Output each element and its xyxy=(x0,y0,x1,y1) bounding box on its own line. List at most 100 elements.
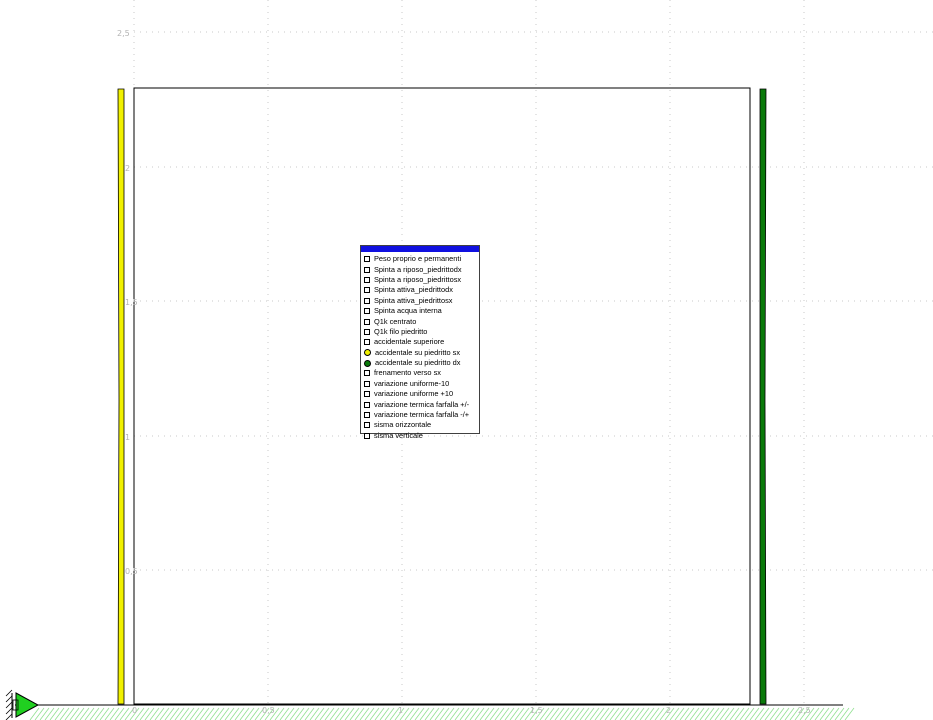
hatch-stroke xyxy=(224,707,235,720)
hatch-stroke xyxy=(759,707,770,720)
checkbox-icon[interactable] xyxy=(364,370,370,377)
checkbox-icon[interactable] xyxy=(364,287,370,294)
hatch-stroke xyxy=(104,707,115,720)
hatch-stroke xyxy=(74,707,85,720)
y-axis-label-0.5: 0,5 xyxy=(125,567,138,576)
checkbox-icon[interactable] xyxy=(364,422,370,429)
load-case-item[interactable]: Spinta a riposo_piedrittosx xyxy=(364,275,479,285)
radio-dot-icon[interactable] xyxy=(364,359,371,367)
x-axis-label-1.5: 1,5 xyxy=(530,706,543,715)
hatch-stroke xyxy=(729,707,740,720)
load-case-item[interactable]: sisma verticale xyxy=(364,431,479,441)
load-case-label: accidentale superiore xyxy=(374,337,445,347)
hatch-stroke xyxy=(364,707,375,720)
hatch-stroke xyxy=(649,707,660,720)
load-case-label: variazione termica farfalla -/+ xyxy=(374,410,470,420)
hatch-stroke xyxy=(274,707,285,720)
load-case-item[interactable]: Spinta attiva_piedrittodx xyxy=(364,285,479,295)
hatch-stroke xyxy=(489,707,500,720)
hatch-stroke xyxy=(244,707,255,720)
checkbox-icon[interactable] xyxy=(364,432,370,439)
hatch-stroke xyxy=(454,707,465,720)
load-case-item[interactable]: Spinta attiva_piedrittosx xyxy=(364,296,479,306)
hatch-stroke xyxy=(574,707,585,720)
hatch-stroke xyxy=(164,707,175,720)
hatch-stroke xyxy=(309,707,320,720)
hatch-stroke xyxy=(59,707,70,720)
hatch-stroke xyxy=(159,707,170,720)
x-axis-label-0: 0 xyxy=(132,706,138,715)
hatch-stroke xyxy=(199,707,210,720)
hatch-stroke xyxy=(714,707,725,720)
checkbox-icon[interactable] xyxy=(364,318,370,325)
hatch-stroke xyxy=(584,707,595,720)
left-column-load-diagram[interactable] xyxy=(117,88,125,705)
hatch-stroke xyxy=(814,707,825,720)
checkbox-icon[interactable] xyxy=(364,266,370,273)
hatch-stroke xyxy=(779,707,790,720)
hatch-stroke xyxy=(419,707,430,720)
x-axis-label-2: 2 xyxy=(666,706,672,715)
hatch-stroke xyxy=(754,707,765,720)
hatch-stroke xyxy=(819,707,830,720)
load-case-item[interactable]: Peso proprio e permanenti xyxy=(364,254,479,264)
hatch-stroke xyxy=(734,707,745,720)
checkbox-icon[interactable] xyxy=(364,328,370,335)
load-case-label: accidentale su piedritto sx xyxy=(375,347,461,357)
checkbox-icon[interactable] xyxy=(364,380,370,387)
checkbox-icon[interactable] xyxy=(364,412,370,419)
hatch-stroke xyxy=(464,707,475,720)
hatch-stroke xyxy=(109,707,120,720)
hatch-stroke xyxy=(639,707,650,720)
load-case-item[interactable]: accidentale superiore xyxy=(364,337,479,347)
hatch-stroke xyxy=(154,707,165,720)
hatch-stroke xyxy=(369,707,380,720)
load-case-item[interactable]: Q1k filo piedritto xyxy=(364,327,479,337)
hatch-stroke xyxy=(169,707,180,720)
hatch-stroke xyxy=(319,707,330,720)
load-case-item[interactable]: variazione uniforme +10 xyxy=(364,389,479,399)
hatch-stroke xyxy=(379,707,390,720)
load-case-item[interactable]: sisma orizzontale xyxy=(364,420,479,430)
hatch-stroke xyxy=(299,707,310,720)
load-case-item[interactable]: variazione termica farfalla +/- xyxy=(364,399,479,409)
hatch-stroke xyxy=(214,707,225,720)
hatch-stroke xyxy=(34,707,45,720)
hatch-stroke xyxy=(144,707,155,720)
load-case-label: frenamento verso sx xyxy=(374,368,441,378)
hatch-stroke xyxy=(514,707,525,720)
hatch-stroke xyxy=(249,707,260,720)
checkbox-icon[interactable] xyxy=(364,401,370,408)
right-column-load-diagram[interactable] xyxy=(759,88,767,705)
hatch-stroke xyxy=(709,707,720,720)
load-case-list: Peso proprio e permanenti Spinta a riposo… xyxy=(361,252,479,441)
load-case-item[interactable]: accidentale su piedritto dx xyxy=(364,358,479,368)
hatch-stroke xyxy=(194,707,205,720)
hatch-stroke xyxy=(239,707,250,720)
load-case-item[interactable]: variazione termica farfalla -/+ xyxy=(364,410,479,420)
load-case-item[interactable]: Q1k centrato xyxy=(364,316,479,326)
checkbox-icon[interactable] xyxy=(364,297,370,304)
load-case-item[interactable]: frenamento verso sx xyxy=(364,368,479,378)
checkbox-icon[interactable] xyxy=(364,276,370,283)
hatch-stroke xyxy=(824,707,835,720)
hatch-stroke xyxy=(349,707,360,720)
y-axis-label-2: 2 xyxy=(125,164,131,173)
load-case-item[interactable]: accidentale su piedritto sx xyxy=(364,348,479,358)
checkbox-icon[interactable] xyxy=(364,391,370,398)
load-case-item[interactable]: Spinta a riposo_piedrittodx xyxy=(364,264,479,274)
y-axis-label-1: 1 xyxy=(125,433,131,442)
hatch-stroke xyxy=(764,707,775,720)
load-case-label: Spinta acqua interna xyxy=(374,306,442,316)
hatch-stroke xyxy=(174,707,185,720)
load-case-label: variazione termica farfalla +/- xyxy=(374,399,470,409)
load-case-legend[interactable]: Peso proprio e permanenti Spinta a riposo… xyxy=(360,245,480,440)
checkbox-icon[interactable] xyxy=(364,339,370,346)
checkbox-icon[interactable] xyxy=(364,256,370,263)
load-case-item[interactable]: Spinta acqua interna xyxy=(364,306,479,316)
load-case-label: variazione uniforme +10 xyxy=(374,389,454,399)
load-case-item[interactable]: variazione uniforme-10 xyxy=(364,379,479,389)
checkbox-icon[interactable] xyxy=(364,308,370,315)
radio-dot-icon[interactable] xyxy=(364,349,371,357)
hatch-stroke xyxy=(284,707,295,720)
